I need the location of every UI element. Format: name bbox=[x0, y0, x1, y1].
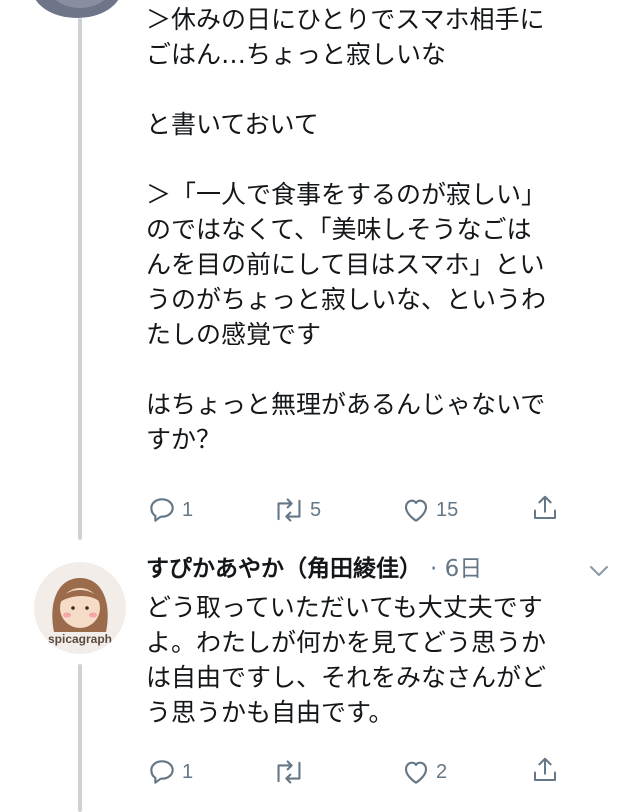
reply-icon bbox=[150, 498, 174, 522]
more-options-button[interactable] bbox=[588, 562, 610, 584]
retweet-count: 5 bbox=[310, 498, 322, 521]
retweet-icon bbox=[277, 498, 301, 522]
tweet-header: すぴかあやか（角田綾佳） · 6日 bbox=[146, 554, 482, 584]
avatar[interactable]: spicagraph bbox=[34, 562, 126, 654]
like-button[interactable]: 15 bbox=[400, 494, 458, 526]
reply-icon bbox=[150, 760, 174, 784]
reply-button-2[interactable]: 1 bbox=[146, 756, 193, 788]
retweet-button[interactable]: 5 bbox=[272, 494, 321, 526]
reply-button[interactable]: 1 bbox=[146, 494, 193, 526]
like-button-2[interactable]: 2 bbox=[400, 756, 447, 788]
heart-icon bbox=[404, 761, 428, 784]
like-count-2: 2 bbox=[436, 760, 448, 783]
thread-line-bottom bbox=[78, 664, 82, 812]
author-name[interactable]: すぴかあやか（角田綾佳） bbox=[146, 556, 422, 582]
share-button-2[interactable] bbox=[530, 754, 560, 786]
reply-count: 1 bbox=[182, 498, 194, 521]
reply-count-2: 1 bbox=[182, 760, 194, 783]
like-count: 15 bbox=[436, 498, 459, 521]
tweet-time[interactable]: · 6日 bbox=[430, 556, 482, 582]
avatar-previous[interactable] bbox=[32, 0, 122, 18]
share-icon bbox=[534, 495, 556, 519]
retweet-icon bbox=[277, 760, 301, 784]
heart-icon bbox=[404, 499, 428, 522]
avatar-logo-text: spicagraph bbox=[47, 632, 113, 646]
share-button[interactable] bbox=[530, 492, 560, 524]
tweet-text: ＞休みの日にひとりでスマホ相手に ごはん…ちょっと寂しいな と書いておいて ＞「… bbox=[146, 5, 547, 454]
share-icon bbox=[534, 757, 556, 781]
thread-line-top bbox=[78, 18, 82, 540]
reply-tweet-text: どう取っていただいても大丈夫です よ。わたしが何かを見てどう思うか は自由ですし… bbox=[146, 593, 547, 727]
chevron-down-icon bbox=[590, 566, 608, 576]
retweet-button-2[interactable] bbox=[272, 756, 310, 788]
